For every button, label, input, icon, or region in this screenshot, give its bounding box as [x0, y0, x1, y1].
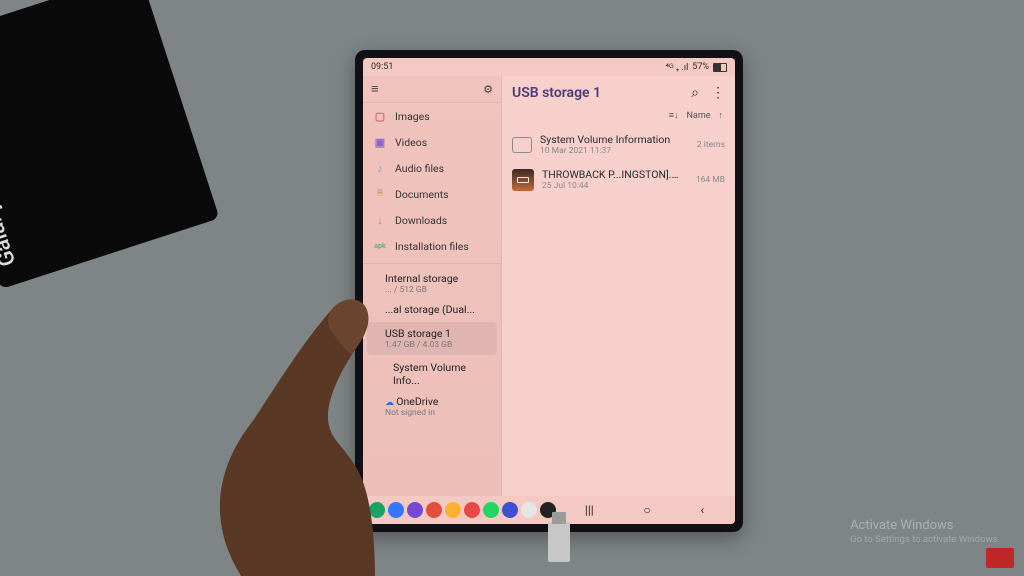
- storage-item[interactable]: USB storage 11.47 GB / 4.03 GB: [367, 322, 497, 355]
- tablet-frame: 09:51 ⁴ᴳ ₊ .ıl 57% ≡ ⚙ ▢ Images ▣ Videos ♪ Au…: [355, 50, 743, 532]
- file-date: 10 Mar 2021 11:37: [540, 146, 683, 156]
- sidebar-item-images[interactable]: ▢ Images: [363, 103, 501, 129]
- channel-logo: [986, 548, 1014, 568]
- search-icon[interactable]: ⌕: [691, 86, 699, 100]
- sidebar-item-label: Documents: [395, 188, 449, 201]
- watermark-title: Activate Windows: [850, 518, 1000, 534]
- apk-icon: apk: [373, 239, 387, 253]
- storage-title: Internal storage: [385, 272, 491, 285]
- sidebar-item-documents[interactable]: 🗎 Documents: [363, 181, 501, 207]
- sidebar-item-installation-files[interactable]: apk Installation files: [363, 233, 501, 259]
- dock-app-icon[interactable]: [502, 502, 518, 518]
- page-title: USB storage 1: [512, 85, 601, 101]
- file-meta: THROWBACK P...INGSTON].mp325 Jul 10:44: [542, 168, 682, 191]
- storage-title: ☁ OneDrive: [385, 395, 491, 408]
- download-icon: ↓: [373, 213, 387, 227]
- audio-thumbnail: [512, 169, 534, 191]
- back-button[interactable]: ‹: [701, 503, 705, 517]
- sidebar-item-label: Videos: [395, 136, 427, 149]
- file-name: System Volume Information: [540, 133, 683, 146]
- status-bar: 09:51 ⁴ᴳ ₊ .ıl 57%: [363, 58, 735, 76]
- image-icon: ▢: [373, 109, 387, 123]
- sidebar-item-videos[interactable]: ▣ Videos: [363, 129, 501, 155]
- product-box-decor: Galaxy Z Fold6: [0, 0, 220, 289]
- dock-app-icon[interactable]: [445, 502, 461, 518]
- document-icon: 🗎: [373, 187, 387, 201]
- folder-icon: [512, 137, 532, 153]
- file-name: THROWBACK P...INGSTON].mp3: [542, 168, 682, 181]
- usb-adapter-decor: [548, 522, 570, 562]
- sort-dir-icon[interactable]: ↑: [719, 110, 724, 121]
- storage-subtitle: Not signed in: [385, 408, 491, 418]
- more-icon[interactable]: ⋮: [711, 86, 725, 100]
- video-icon: ▣: [373, 135, 387, 149]
- dock-app-icon[interactable]: [521, 502, 537, 518]
- sidebar-item-audio-files[interactable]: ♪ Audio files: [363, 155, 501, 181]
- file-size: 2 items: [691, 140, 725, 150]
- recents-button[interactable]: |||: [585, 503, 594, 517]
- sort-label[interactable]: Name: [687, 111, 711, 121]
- product-box-label: Galaxy Z Fold6: [0, 123, 21, 269]
- file-date: 25 Jul 10:44: [542, 181, 682, 191]
- file-size: 164 MB: [690, 175, 725, 185]
- status-signal-icon: ⁴ᴳ ₊ .ıl: [666, 62, 689, 73]
- sidebar-item-label: Audio files: [395, 162, 444, 175]
- dock-app-icon[interactable]: [407, 502, 423, 518]
- dock-app-icon[interactable]: [388, 502, 404, 518]
- hamburger-icon[interactable]: ≡: [371, 83, 379, 96]
- sidebar-item-label: Downloads: [395, 214, 447, 227]
- sidebar: ≡ ⚙ ▢ Images ▣ Videos ♪ Audio files 🗎 Documents…: [363, 76, 502, 496]
- storage-title: USB storage 1: [385, 327, 489, 340]
- storage-title: ...al storage (Dual...: [385, 303, 491, 316]
- onedrive-icon: ☁: [385, 398, 396, 408]
- storage-subtitle: 1.47 GB / 4.03 GB: [385, 340, 489, 350]
- dock-app-icon[interactable]: [483, 502, 499, 518]
- sidebar-item-label: Installation files: [395, 240, 469, 253]
- dock-app-icon[interactable]: [464, 502, 480, 518]
- storage-item[interactable]: System Volume Info...: [363, 357, 501, 391]
- file-row[interactable]: THROWBACK P...INGSTON].mp325 Jul 10:44 16…: [502, 162, 735, 197]
- dock-app-icon[interactable]: [369, 502, 385, 518]
- sidebar-item-label: Images: [395, 110, 430, 123]
- file-meta: System Volume Information10 Mar 2021 11:…: [540, 133, 683, 156]
- app-dock: [369, 502, 556, 518]
- status-battery: 57%: [692, 62, 709, 72]
- storage-item[interactable]: ☁ OneDriveNot signed in: [363, 391, 501, 422]
- storage-title: System Volume Info...: [393, 361, 491, 387]
- storage-subtitle: ... / 512 GB: [385, 285, 491, 295]
- music-icon: ♪: [373, 161, 387, 175]
- home-button[interactable]: ○: [643, 503, 650, 517]
- settings-icon[interactable]: ⚙: [483, 84, 493, 95]
- sort-bar[interactable]: ≡↓ Name ↑: [502, 110, 735, 127]
- file-row[interactable]: System Volume Information10 Mar 2021 11:…: [502, 127, 735, 162]
- sort-mode-icon[interactable]: ≡↓: [669, 110, 679, 121]
- status-time: 09:51: [371, 62, 393, 72]
- sidebar-divider: [363, 263, 501, 264]
- storage-item[interactable]: Internal storage... / 512 GB: [363, 268, 501, 299]
- watermark-subtitle: Go to Settings to activate Windows.: [850, 534, 1000, 546]
- nav-dock-bar: ||| ○ ‹: [363, 496, 735, 524]
- battery-icon: [713, 63, 727, 72]
- windows-watermark: Activate Windows Go to Settings to activ…: [850, 518, 1000, 546]
- sidebar-item-downloads[interactable]: ↓ Downloads: [363, 207, 501, 233]
- dock-app-icon[interactable]: [426, 502, 442, 518]
- content-pane: USB storage 1 ⌕ ⋮ ≡↓ Name ↑ System Volum…: [502, 76, 735, 496]
- storage-item[interactable]: ...al storage (Dual...: [363, 299, 501, 320]
- tablet-screen: 09:51 ⁴ᴳ ₊ .ıl 57% ≡ ⚙ ▢ Images ▣ Videos ♪ Au…: [363, 58, 735, 524]
